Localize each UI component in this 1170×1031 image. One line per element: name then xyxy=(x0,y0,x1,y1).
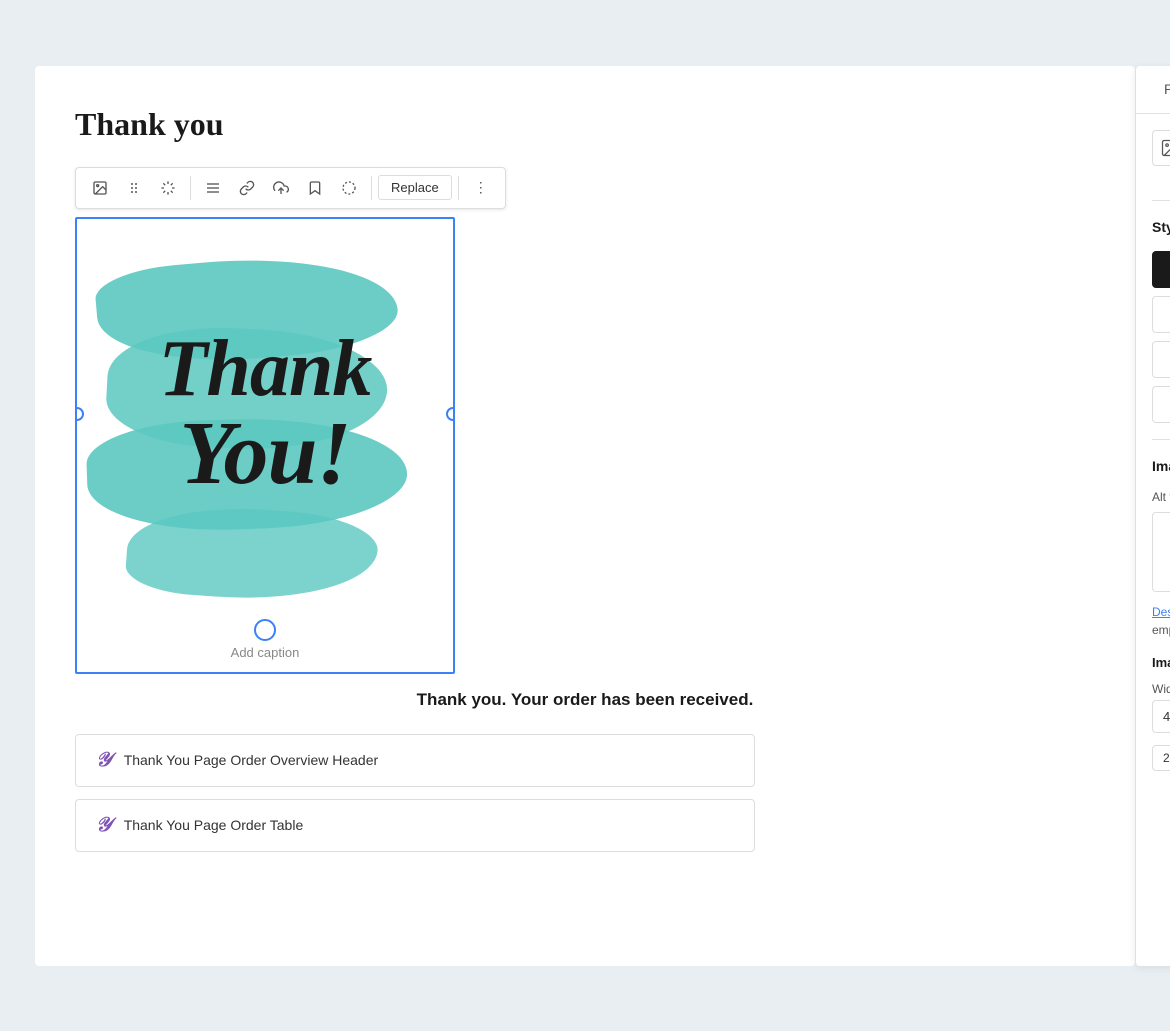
image-placeholder: Thank You! xyxy=(77,219,453,609)
toolbar-divider-3 xyxy=(458,176,459,200)
describe-link[interactable]: Describe the purpose of the image xyxy=(1152,605,1170,619)
toolbar-divider-2 xyxy=(371,176,372,200)
caption-circle-icon xyxy=(254,619,276,641)
toolbar-divider-1 xyxy=(190,176,191,200)
resize-handle-right[interactable] xyxy=(446,407,453,421)
tab-page[interactable]: Page xyxy=(1152,67,1170,113)
image-toolbar: Replace ⋮ xyxy=(75,167,506,209)
order-text: Thank you. Your order has been received. xyxy=(75,690,1095,710)
woo-block-2[interactable]: 𝒴 Thank You Page Order Table xyxy=(75,799,755,852)
image-toolbar-arrows-icon[interactable] xyxy=(152,172,184,204)
dimensions-row: Width Height xyxy=(1152,682,1170,733)
woo-block-2-label: Thank You Page Order Table xyxy=(124,817,304,833)
image-toolbar-drag-icon[interactable] xyxy=(118,172,150,204)
image-toolbar-link-icon[interactable] xyxy=(231,172,263,204)
woo-icon-1: 𝒴 xyxy=(96,749,112,772)
block-image-icon xyxy=(1160,138,1170,158)
width-label: Width xyxy=(1152,682,1170,696)
woo-block-1-label: Thank You Page Order Overview Header xyxy=(124,752,378,768)
alt-text-label: Alt text (alternative text) xyxy=(1152,490,1170,504)
page-title: Thank you xyxy=(75,106,1095,143)
editor-area: Thank you xyxy=(35,66,1135,966)
percent-row: 25% 50% 75% 100% Reset xyxy=(1152,745,1170,771)
styles-grid: Default Rounded Circular Rounded Corn...… xyxy=(1152,251,1170,423)
panel-header: Page Block × xyxy=(1136,66,1170,114)
woo-icon-2: 𝒴 xyxy=(96,814,112,837)
image-toolbar-circle-icon[interactable] xyxy=(333,172,365,204)
replace-button[interactable]: Replace xyxy=(378,175,452,200)
image-toolbar-bookmark-icon[interactable] xyxy=(299,172,331,204)
image-settings-section: Image settings ∧ Alt text (alternative t… xyxy=(1152,439,1170,771)
style-btn-diagonal[interactable]: Diagonal xyxy=(1152,341,1170,378)
width-input[interactable] xyxy=(1152,700,1170,733)
thank-you-image: Thank You! xyxy=(77,219,453,609)
woo-block-1[interactable]: 𝒴 Thank You Page Order Overview Header xyxy=(75,734,755,787)
image-toolbar-image-icon[interactable] xyxy=(84,172,116,204)
block-header: Image Insert an image to make a visual s… xyxy=(1152,130,1170,202)
image-toolbar-upload-icon[interactable] xyxy=(265,172,297,204)
image-toolbar-more-icon[interactable]: ⋮ xyxy=(465,172,497,204)
thank-you-script-text: Thank You! xyxy=(159,329,372,499)
image-toolbar-align-icon[interactable] xyxy=(197,172,229,204)
describe-link-container: Describe the purpose of the image Leave … xyxy=(1152,603,1170,639)
image-caption-area[interactable]: Add caption xyxy=(77,609,453,672)
style-btn-default[interactable]: Default xyxy=(1152,251,1170,288)
styles-title: Styles xyxy=(1152,219,1170,235)
percent-btn-25[interactable]: 25% xyxy=(1152,745,1170,771)
image-settings-header: Image settings ∧ xyxy=(1152,456,1170,476)
style-btn-circular[interactable]: Circular xyxy=(1152,296,1170,333)
alt-text-input[interactable] xyxy=(1152,512,1170,592)
image-block: Thank You! Add caption xyxy=(75,217,455,674)
panel-body: Image Insert an image to make a visual s… xyxy=(1136,114,1170,966)
style-btn-shadow[interactable]: Shadow xyxy=(1152,386,1170,423)
styles-section-header: Styles ∧ xyxy=(1152,217,1170,237)
block-icon-box xyxy=(1152,130,1170,166)
width-group: Width xyxy=(1152,682,1170,733)
image-settings-title: Image settings xyxy=(1152,458,1170,474)
caption-placeholder-text: Add caption xyxy=(231,645,300,660)
dimensions-title: Image dimensions xyxy=(1152,655,1170,670)
right-panel: Page Block × Image Insert an image to ma… xyxy=(1135,66,1170,966)
